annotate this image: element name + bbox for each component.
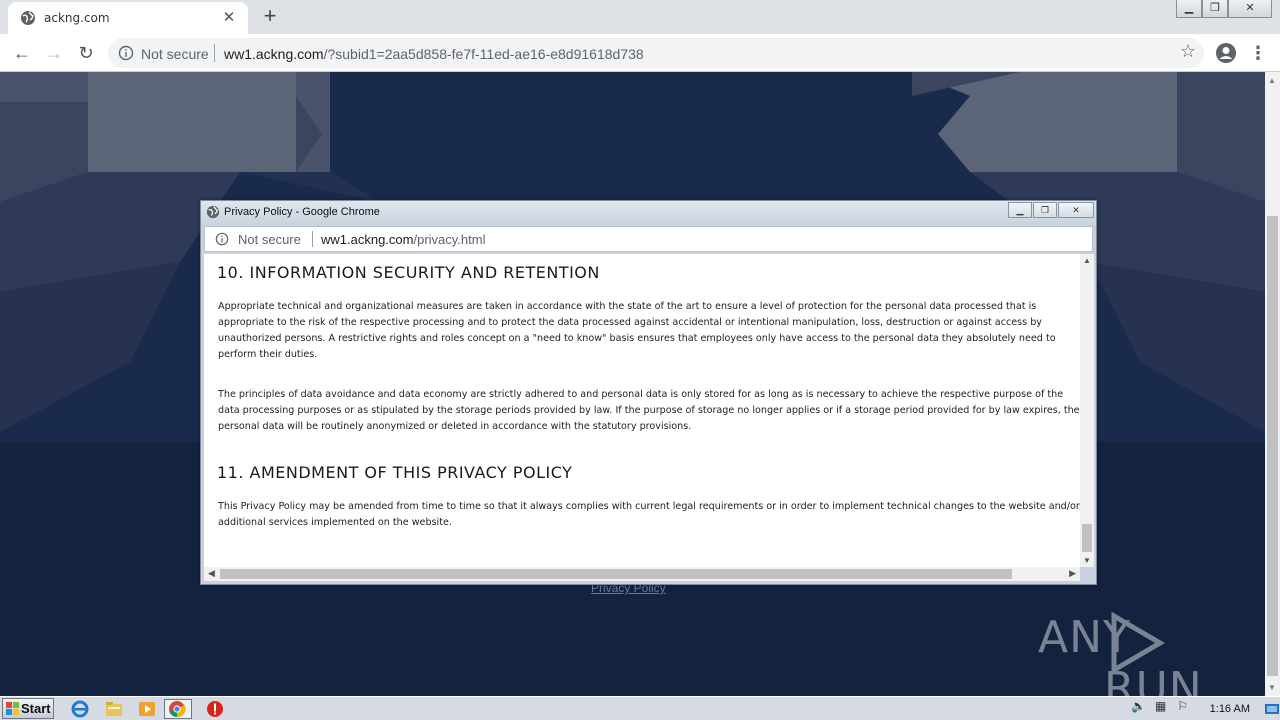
new-tab-button[interactable]: + xyxy=(258,5,282,29)
page-scroll-thumb[interactable] xyxy=(1267,216,1278,676)
bookmark-star-icon[interactable]: ☆ xyxy=(1180,41,1196,62)
reload-icon[interactable]: ↻ xyxy=(74,41,98,65)
popup-minimize-button[interactable]: ▁ xyxy=(1008,202,1032,218)
action-center-flag-icon[interactable]: ⚐ xyxy=(1172,699,1194,719)
media-player-icon[interactable] xyxy=(137,699,157,719)
popup-close-button[interactable]: ✕ xyxy=(1058,202,1094,218)
popup-security-label: Not secure xyxy=(238,232,301,247)
section-paragraph: Appropriate technical and organizational… xyxy=(218,301,1056,360)
internet-explorer-icon[interactable] xyxy=(70,699,90,719)
popup-address-divider xyxy=(312,231,313,247)
section-paragraph: This Privacy Policy may be amended from … xyxy=(218,501,1080,528)
play-logo-icon xyxy=(1111,612,1165,674)
anyrun-watermark: ANY RUN xyxy=(1038,612,1265,696)
tab-strip: ackng.com ✕ + ▁ ❐ ✕ xyxy=(0,0,1280,34)
browser-tab[interactable]: ackng.com ✕ xyxy=(8,2,248,34)
omnibox-divider xyxy=(214,44,215,62)
privacy-policy-popup: Privacy Policy - Google Chrome ▁ ❐ ✕ Not… xyxy=(200,200,1097,585)
popup-titlebar[interactable]: Privacy Policy - Google Chrome ▁ ❐ ✕ xyxy=(201,201,1096,225)
chrome-globe-icon xyxy=(206,205,220,219)
popup-window-title: Privacy Policy - Google Chrome xyxy=(224,206,380,218)
forward-arrow-icon[interactable]: → xyxy=(42,41,66,65)
restore-button[interactable]: ❐ xyxy=(1202,0,1228,18)
policy-content: 10. INFORMATION SECURITY AND RETENTION A… xyxy=(204,254,1080,567)
section-paragraph: The principles of data avoidance and dat… xyxy=(218,389,1080,432)
scroll-down-arrow-icon[interactable]: ▼ xyxy=(1268,683,1276,692)
chrome-taskbar-button[interactable] xyxy=(164,699,192,719)
globe-icon xyxy=(21,11,35,25)
windows-flag-icon xyxy=(6,702,19,715)
url-host: ww1.ackng.com xyxy=(224,46,324,62)
browser-toolbar: ← → ↻ Not secure ww1.ackng.com/?subid1=2… xyxy=(0,34,1280,72)
network-icon[interactable]: ▦ xyxy=(1150,699,1172,719)
popup-url-host: ww1.ackng.com xyxy=(321,232,414,247)
popup-url-text: ww1.ackng.com/privacy.html xyxy=(321,232,485,247)
popup-vertical-scrollbar[interactable]: ▲ ▼ xyxy=(1080,254,1094,567)
info-icon[interactable] xyxy=(215,232,229,246)
page-scrollbar[interactable]: ▲ ▼ xyxy=(1265,72,1280,696)
taskbar: Start 🔈 ▦ ⚐ 1:16 AM xyxy=(0,696,1280,720)
clock[interactable]: 1:16 AM xyxy=(1194,703,1264,715)
file-explorer-icon[interactable] xyxy=(104,699,124,719)
popup-restore-button[interactable]: ❐ xyxy=(1033,202,1057,218)
popup-horizontal-thumb[interactable] xyxy=(220,569,1012,579)
address-bar[interactable]: Not secure ww1.ackng.com/?subid1=2aa5d85… xyxy=(108,38,1204,68)
popup-address-bar: Not secure ww1.ackng.com/privacy.html xyxy=(204,226,1093,252)
show-desktop-icon[interactable] xyxy=(1264,699,1280,719)
url-text[interactable]: ww1.ackng.com/?subid1=2aa5d858-fe7f-11ed… xyxy=(224,46,644,62)
system-tray: 🔈 ▦ ⚐ 1:16 AM xyxy=(1128,697,1280,720)
popup-vertical-thumb[interactable] xyxy=(1082,524,1092,552)
minimize-button[interactable]: ▁ xyxy=(1176,0,1202,18)
back-arrow-icon[interactable]: ← xyxy=(10,41,34,65)
info-icon[interactable] xyxy=(118,45,134,61)
menu-dots-icon[interactable]: ⋮ xyxy=(1248,41,1268,65)
section-heading: 11. AMENDMENT OF THIS PRIVACY POLICY xyxy=(217,463,573,482)
volume-icon[interactable]: 🔈 xyxy=(1128,699,1150,719)
start-button[interactable]: Start xyxy=(2,698,54,719)
scroll-left-arrow-icon[interactable]: ◀ xyxy=(208,568,215,579)
section-heading: 10. INFORMATION SECURITY AND RETENTION xyxy=(217,263,600,282)
window-controls: ▁ ❐ ✕ xyxy=(1176,0,1272,20)
url-path: /?subid1=2aa5d858-fe7f-11ed-ae16-e8d9161… xyxy=(323,46,644,62)
close-tab-icon[interactable]: ✕ xyxy=(220,9,238,27)
chrome-icon xyxy=(169,701,186,718)
popup-url-path: /privacy.html xyxy=(413,232,486,247)
security-label: Not secure xyxy=(141,46,209,62)
tab-title: ackng.com xyxy=(44,11,110,25)
scroll-up-arrow-icon[interactable]: ▲ xyxy=(1268,76,1276,85)
stop-icon[interactable] xyxy=(205,699,225,719)
popup-horizontal-scrollbar[interactable]: ◀ ▶ xyxy=(204,567,1080,581)
scroll-up-arrow-icon[interactable]: ▲ xyxy=(1083,256,1091,265)
close-window-button[interactable]: ✕ xyxy=(1228,0,1272,18)
scroll-right-arrow-icon[interactable]: ▶ xyxy=(1069,568,1076,579)
start-label: Start xyxy=(21,701,51,716)
popup-window-controls: ▁ ❐ ✕ xyxy=(1007,202,1094,218)
scroll-down-arrow-icon[interactable]: ▼ xyxy=(1083,556,1091,565)
account-icon[interactable] xyxy=(1214,41,1238,65)
